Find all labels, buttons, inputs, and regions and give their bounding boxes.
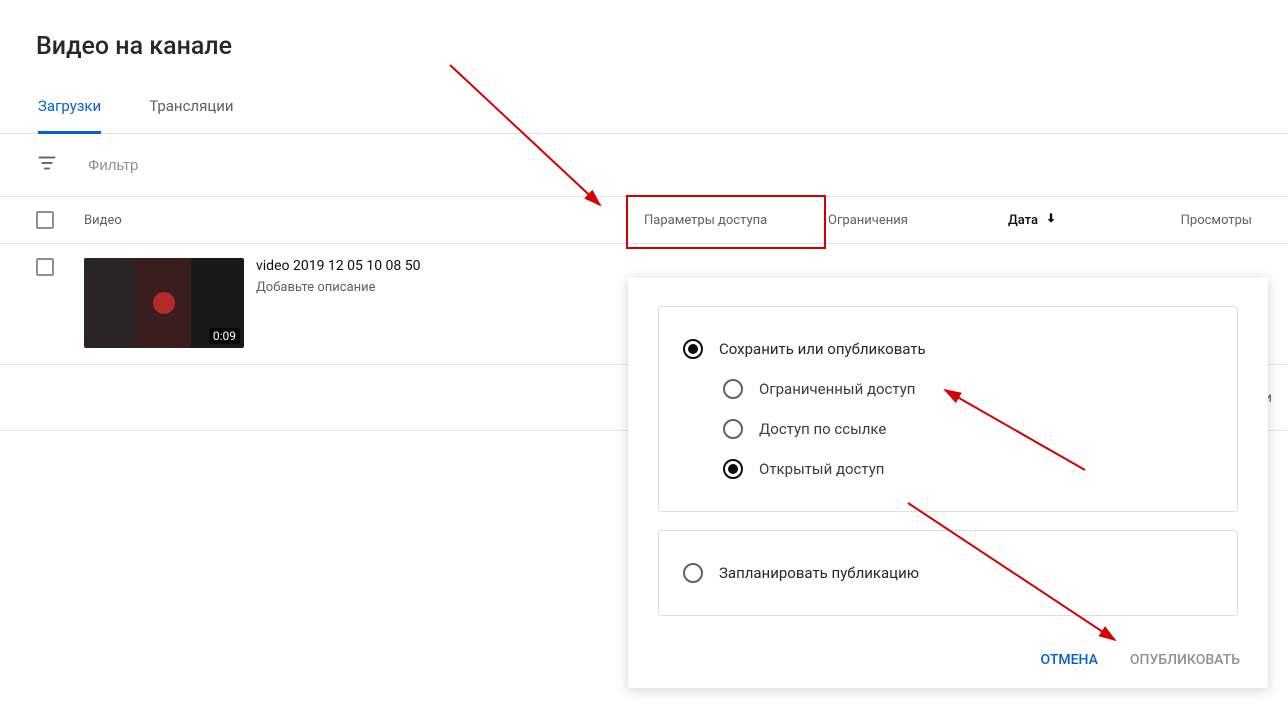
filter-input[interactable] (88, 157, 1252, 174)
video-thumbnail[interactable]: 0:09 (84, 258, 244, 348)
option-schedule-label: Запланировать публикацию (719, 564, 919, 582)
radio-icon (683, 339, 703, 359)
popup-actions: ОТМЕНА ОПУБЛИКОВАТЬ (628, 634, 1268, 688)
col-access-label: Параметры доступа (644, 213, 767, 228)
col-date-label: Дата (1008, 213, 1038, 228)
option-public[interactable]: Открытый доступ (683, 449, 1213, 489)
tab-live[interactable]: Трансляции (149, 89, 233, 133)
option-private-label: Ограниченный доступ (759, 380, 915, 398)
col-access-header[interactable]: Параметры доступа (644, 213, 828, 228)
radio-icon (723, 459, 743, 479)
publish-button[interactable]: ОПУБЛИКОВАТЬ (1130, 652, 1240, 668)
option-private[interactable]: Ограниченный доступ (683, 369, 1213, 409)
video-desc[interactable]: Добавьте описание (256, 280, 420, 295)
popup-section-schedule: Запланировать публикацию (658, 530, 1238, 616)
radio-group-publish[interactable]: Сохранить или опубликовать (683, 329, 1213, 369)
option-link-label: Доступ по ссылке (759, 420, 886, 438)
tabs: Загрузки Трансляции (0, 61, 1288, 134)
arrow-down-icon (1044, 211, 1058, 229)
radio-group-publish-label: Сохранить или опубликовать (719, 340, 926, 358)
col-views-header[interactable]: Просмотры (1178, 213, 1252, 228)
row-checkbox[interactable] (36, 258, 54, 276)
video-title[interactable]: video 2019 12 05 10 08 50 (256, 258, 420, 274)
header-checkbox[interactable] (36, 211, 54, 229)
radio-icon (723, 419, 743, 439)
cancel-button[interactable]: ОТМЕНА (1041, 652, 1098, 668)
radio-icon (723, 379, 743, 399)
option-link[interactable]: Доступ по ссылке (683, 409, 1213, 449)
radio-icon (683, 563, 703, 583)
filter-row (0, 134, 1288, 196)
option-schedule[interactable]: Запланировать публикацию (683, 553, 1213, 593)
table-header: Видео Параметры доступа Ограничения Дата… (0, 196, 1288, 244)
popup-section-publish: Сохранить или опубликовать Ограниченный … (658, 306, 1238, 512)
tab-uploads[interactable]: Загрузки (38, 89, 101, 134)
page-title: Видео на канале (0, 0, 1288, 61)
visibility-popup[interactable]: Сохранить или опубликовать Ограниченный … (628, 278, 1268, 688)
option-public-label: Открытый доступ (759, 460, 884, 478)
filter-icon[interactable] (36, 152, 58, 178)
col-video-header[interactable]: Видео (84, 213, 644, 228)
col-date-header[interactable]: Дата (1008, 211, 1178, 229)
col-restrict-header[interactable]: Ограничения (828, 213, 1008, 228)
video-duration: 0:09 (209, 328, 240, 344)
